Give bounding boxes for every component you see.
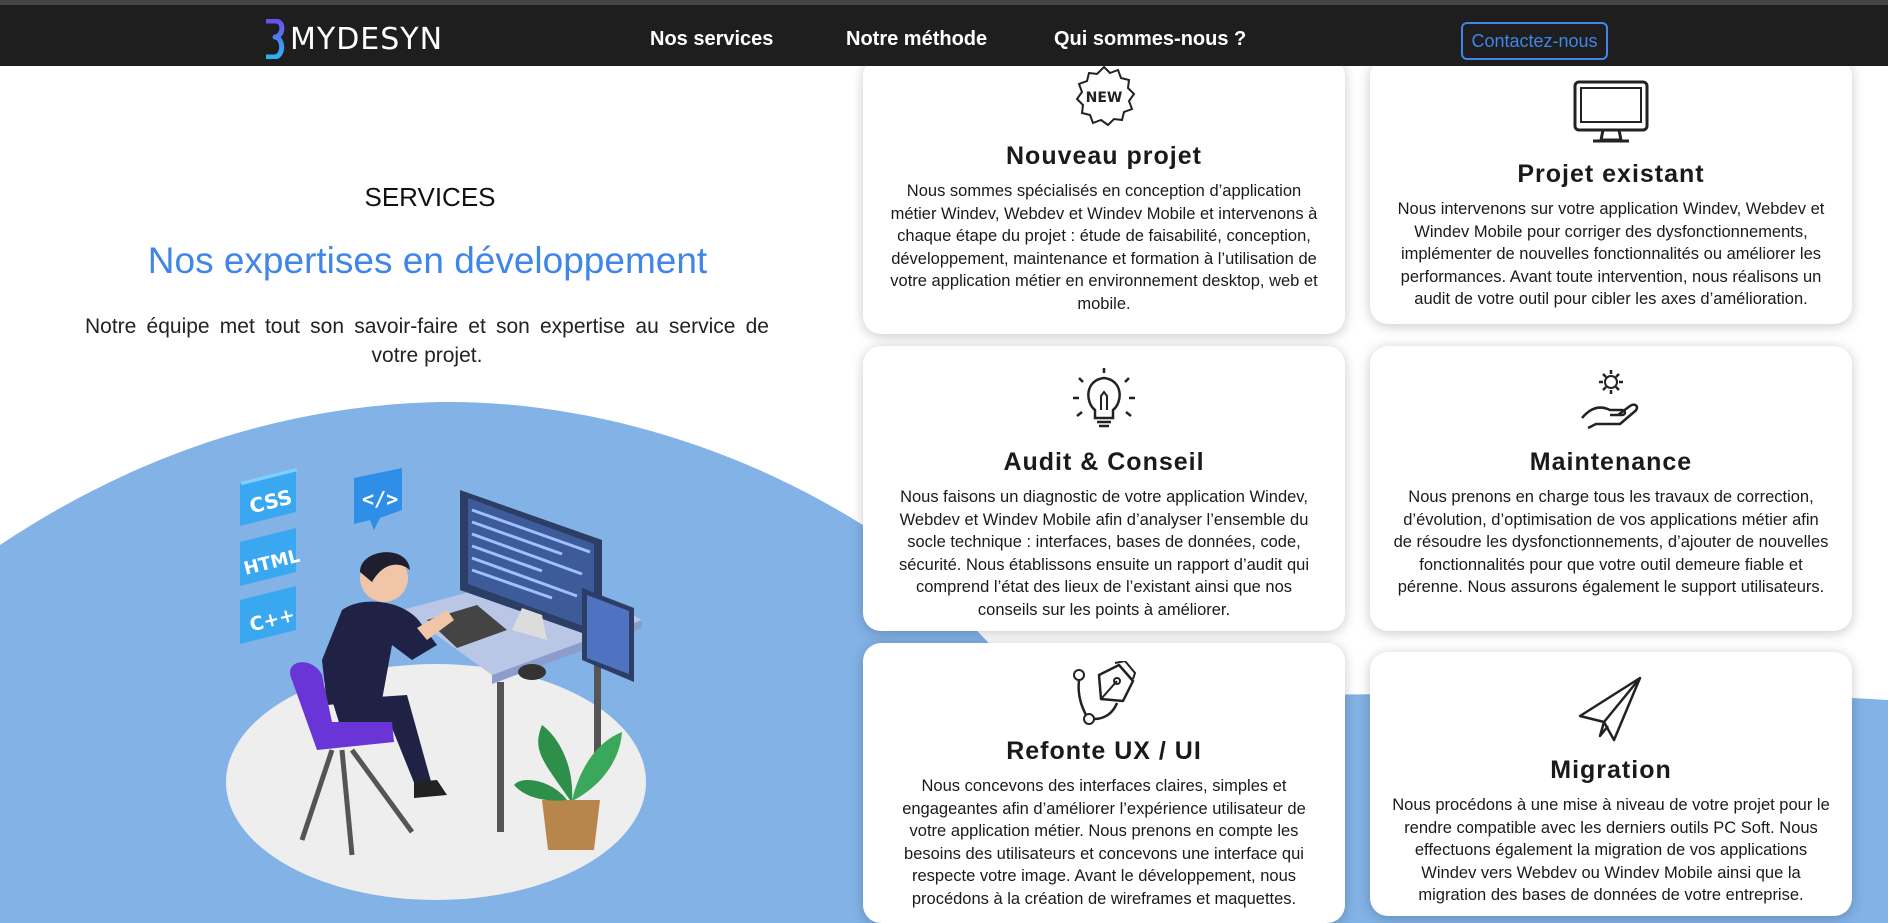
service-title: Migration [1550, 756, 1672, 784]
service-title: Projet existant [1517, 160, 1705, 188]
contact-button[interactable]: Contactez-nous [1461, 22, 1608, 60]
pen-tool-icon [885, 643, 1323, 725]
section-label: SERVICES [364, 182, 496, 212]
paper-plane-icon [1392, 652, 1830, 742]
new-badge-icon: NEW [885, 58, 1323, 130]
service-card-maintenance: Maintenance Nous prenons en charge tous … [1370, 346, 1852, 631]
html-badge-icon: HTML [240, 528, 302, 586]
lightbulb-icon [885, 346, 1323, 432]
service-description: Nous sommes spécialisés en conception d’… [890, 182, 1318, 313]
css-badge-icon: CSS [240, 468, 298, 526]
hero-text: Notre équipe met tout son savoir-faire e… [85, 315, 769, 367]
service-title: Refonte UX / UI [1006, 737, 1202, 765]
plant-pot [542, 800, 600, 850]
page: MYDESYN Nos services Notre méthode Qui s… [0, 0, 1888, 923]
cpp-badge-icon: C++ [240, 586, 297, 644]
service-description: Nous faisons un diagnostic de votre appl… [899, 488, 1309, 619]
service-title: Maintenance [1529, 448, 1693, 476]
service-description: Nous procédons à une mise à niveau de vo… [1392, 796, 1830, 904]
service-card-audit-conseil: Audit & Conseil Nous faisons un diagnost… [863, 346, 1345, 631]
service-description: Nous concevons des interfaces claires, s… [902, 777, 1306, 908]
service-card-projet-existant: Projet existant Nous intervenons sur vot… [1370, 58, 1852, 324]
nav-link-methode[interactable]: Notre méthode [846, 28, 987, 51]
code-bubble-icon: </> [354, 468, 402, 530]
hero-title: Nos expertises en développement [147, 240, 708, 281]
logo[interactable]: MYDESYN [262, 18, 443, 60]
service-title: Audit & Conseil [1003, 448, 1205, 476]
service-title: Nouveau projet [1006, 142, 1202, 170]
service-description: Nous intervenons sur votre application W… [1397, 200, 1825, 308]
service-description: Nous prenons en charge tous les travaux … [1393, 488, 1829, 596]
svg-text:</>: </> [362, 487, 398, 511]
nav-link-about[interactable]: Qui sommes-nous ? [1054, 28, 1246, 51]
monitor-icon [1392, 58, 1830, 144]
gear-hand-icon [1392, 346, 1830, 432]
service-card-refonte-ux-ui: Refonte UX / UI Nous concevons des inter… [863, 643, 1345, 923]
service-card-migration: Migration Nous procédons à une mise à ni… [1370, 652, 1852, 916]
nav-link-services[interactable]: Nos services [650, 28, 773, 51]
developer-illustration: CSS HTML C++ </> [226, 468, 646, 900]
service-card-nouveau-projet: NEW Nouveau projet Nous sommes spécialis… [863, 58, 1345, 334]
new-badge-text: NEW [1086, 90, 1123, 106]
logo-icon [266, 19, 285, 59]
top-navbar: MYDESYN Nos services Notre méthode Qui s… [0, 0, 1888, 66]
logo-text: MYDESYN [290, 21, 444, 57]
